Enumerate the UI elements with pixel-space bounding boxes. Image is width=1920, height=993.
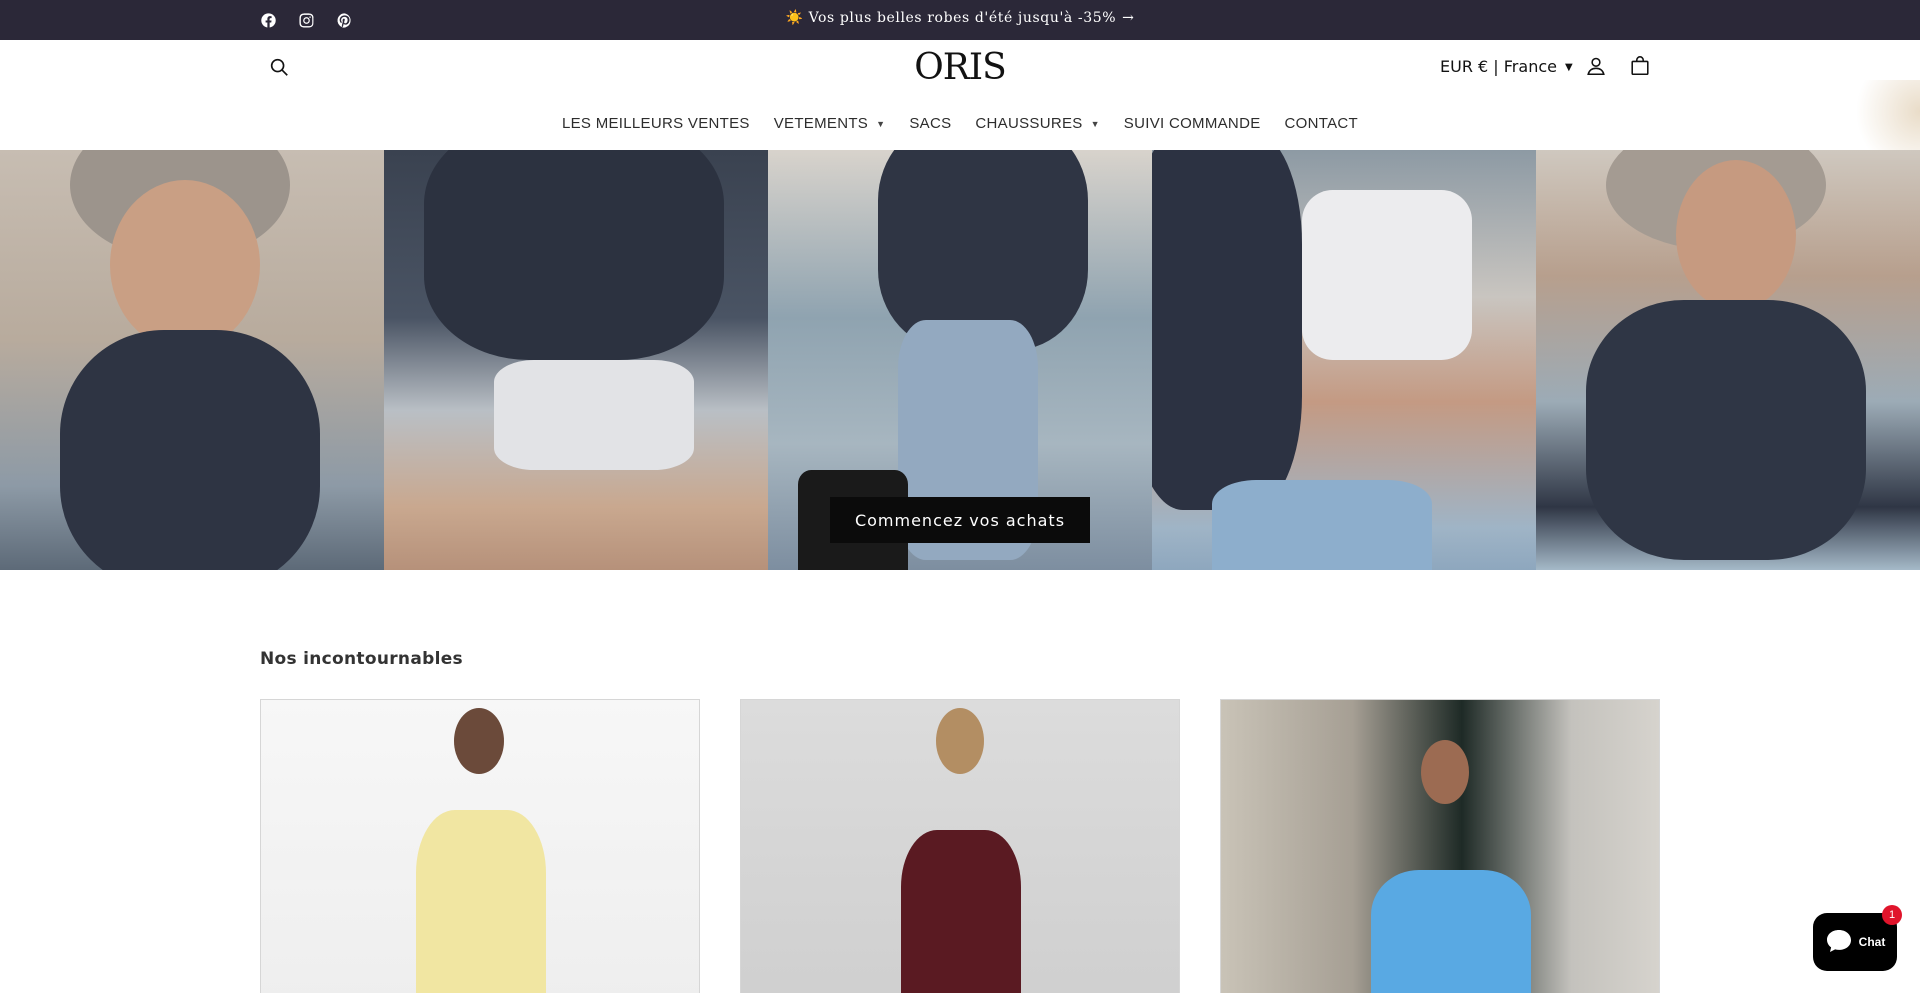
currency-selector[interactable]: EUR € | France ▼ — [1440, 57, 1573, 76]
search-icon — [268, 58, 290, 82]
sweater-shape — [1586, 300, 1866, 560]
face-shape — [110, 180, 260, 350]
hero-image-panel — [1536, 150, 1920, 570]
account-button[interactable] — [1585, 55, 1611, 81]
nav-label: SACS — [909, 115, 952, 132]
burgundy-dress-product-image — [901, 830, 1021, 993]
nav-item-contact[interactable]: CONTACT — [1285, 115, 1358, 132]
account-icon — [1585, 57, 1607, 81]
chat-unread-badge: 1 — [1882, 905, 1902, 925]
cart-icon — [1629, 56, 1651, 81]
nav-item-best-sellers[interactable]: LES MEILLEURS VENTES — [562, 115, 750, 132]
blue-dress-product-image — [1371, 870, 1531, 993]
yellow-dress-product-image — [416, 810, 546, 993]
arrow-right-icon: → — [1122, 10, 1135, 26]
hero-image-panel — [1152, 150, 1536, 570]
chat-bubble-icon — [1825, 928, 1853, 957]
chat-label: Chat — [1858, 935, 1886, 949]
sweater-shape — [60, 330, 320, 570]
jeans-shape — [1212, 480, 1432, 570]
currency-label: EUR € | France — [1440, 57, 1557, 76]
collection-title: Nos incontournables — [260, 649, 463, 669]
product-card[interactable] — [1220, 699, 1660, 993]
nav-label: SUIVI COMMANDE — [1123, 115, 1261, 132]
model-head — [454, 708, 504, 774]
chevron-down-icon: ▼ — [1090, 118, 1100, 129]
nav-item-order-tracking[interactable]: SUIVI COMMANDE — [1124, 115, 1261, 132]
nav-label: CHAUSSURES — [975, 115, 1083, 132]
product-grid — [260, 699, 1660, 993]
site-header: ORIS EUR € | France ▼ LES MEILLEURS VENT… — [0, 40, 1920, 170]
announcement-bar: ☀️ Vos plus belles robes d'été jusqu'à -… — [0, 0, 1920, 40]
top-shape — [1302, 190, 1472, 360]
nav-item-bags[interactable]: SACS — [909, 115, 951, 132]
main-navigation: LES MEILLEURS VENTES VETEMENTS ▼ SACS CH… — [0, 115, 1920, 132]
nav-label: CONTACT — [1284, 115, 1358, 132]
model-head — [1421, 740, 1469, 804]
sweater-shape — [424, 150, 724, 360]
cart-button[interactable] — [1629, 55, 1655, 81]
hero-banner: Commencez vos achats — [0, 150, 1920, 570]
product-card[interactable] — [740, 699, 1180, 993]
model-head — [936, 708, 984, 774]
chevron-down-icon: ▼ — [876, 118, 886, 129]
shop-now-button[interactable]: Commencez vos achats — [830, 497, 1090, 543]
face-shape — [1676, 160, 1796, 310]
hero-image-panel — [0, 150, 384, 570]
site-logo[interactable]: ORIS — [900, 46, 1020, 90]
nav-label: LES MEILLEURS VENTES — [561, 115, 750, 132]
search-button[interactable] — [268, 56, 296, 84]
hero-image-panel — [384, 150, 768, 570]
chevron-down-icon: ▼ — [1564, 62, 1573, 73]
announcement-link[interactable]: ☀️ Vos plus belles robes d'été jusqu'à -… — [0, 10, 1920, 26]
top-shape — [494, 360, 694, 470]
nav-item-clothing[interactable]: VETEMENTS ▼ — [774, 115, 886, 132]
nav-label: VETEMENTS — [773, 115, 869, 132]
sweater-shape — [1152, 150, 1302, 510]
announcement-text: ☀️ Vos plus belles robes d'été jusqu'à -… — [785, 10, 1117, 26]
nav-item-shoes[interactable]: CHAUSSURES ▼ — [975, 115, 1099, 132]
product-card[interactable] — [260, 699, 700, 993]
